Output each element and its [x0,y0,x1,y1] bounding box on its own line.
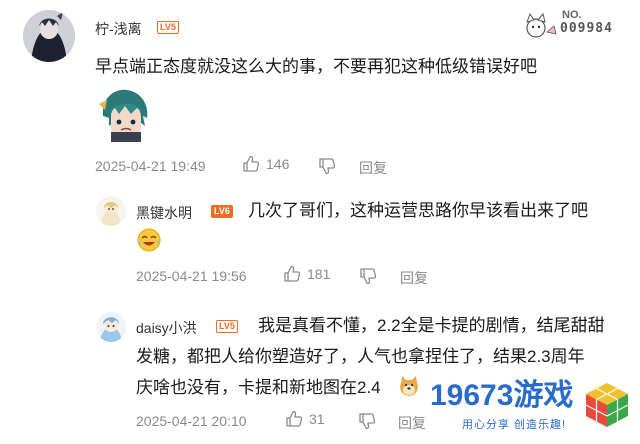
reply-button[interactable]: 回复 [359,158,387,178]
avatar-image [96,312,126,342]
like-button[interactable]: 181 [283,265,330,283]
avatar-image [96,196,126,226]
laughing-emoji-icon [137,228,161,252]
reply-text: 几次了哥们，这种运营思路你早该看出来了吧 [248,201,588,220]
level-badge: LV5 [216,320,238,333]
avatar-image [23,10,75,62]
watermark-slogan: 用心分享 创造乐趣! [462,419,567,431]
thumbs-down-icon [359,413,376,430]
like-count: 146 [266,156,290,172]
dislike-button[interactable] [358,412,376,435]
dislike-button[interactable] [359,267,377,290]
comment-username[interactable]: 柠-浅离 [95,19,142,39]
reply-text-line-1: 我是真看不懂，2.2全是卡提的剧情，结尾甜甜 [258,316,605,335]
avatar[interactable] [23,10,75,62]
badge-number: 009984 [560,21,613,36]
reply-button[interactable]: 回复 [398,413,426,433]
comment-timestamp: 2025-04-21 19:49 [95,158,206,174]
dislike-button[interactable] [318,157,336,180]
reply-text-line-3: 庆啥也没有，卡提和新地图在2.4 [136,378,381,397]
thumbs-up-icon [284,265,301,282]
collection-badge: NO. 009984 [520,8,635,42]
site-watermark: 19673游戏 用心分享 创造乐趣! [430,380,638,440]
reply-username[interactable]: daisy小洪 [136,318,197,338]
thumbs-down-icon [360,268,377,285]
watermark-cube-icon [585,383,629,427]
level-badge: LV6 [211,205,233,218]
level-badge: LV5 [157,21,179,34]
watermark-brand-text: 游戏 [513,379,574,412]
reply-username[interactable]: 黑键水明 [136,203,192,223]
avatar[interactable] [96,312,126,342]
comment-text: 早点端正态度就没这么大的事，不要再犯这种低级错误好吧 [95,57,537,76]
reply-timestamp: 2025-04-21 20:10 [136,413,247,429]
thumbs-up-icon [286,410,303,427]
thumbs-up-icon [243,155,260,172]
reply-button[interactable]: 回复 [400,268,428,288]
sticker-image [97,86,153,144]
like-button[interactable]: 146 [242,155,289,173]
badge-label: NO. [562,9,582,21]
like-count: 181 [307,266,331,282]
reply-text-line-2: 发糖，都把人给你塑造好了，人气也拿捏住了，结果2.3周年 [136,347,585,366]
reply-timestamp: 2025-04-21 19:56 [136,268,247,284]
doge-emoji-icon [398,375,420,397]
badge-mascot-icon [526,12,557,38]
like-count: 31 [309,411,325,427]
like-button[interactable]: 31 [285,410,325,428]
watermark-number: 19673 [430,379,514,412]
thumbs-down-icon [319,158,336,175]
avatar[interactable] [96,196,126,226]
